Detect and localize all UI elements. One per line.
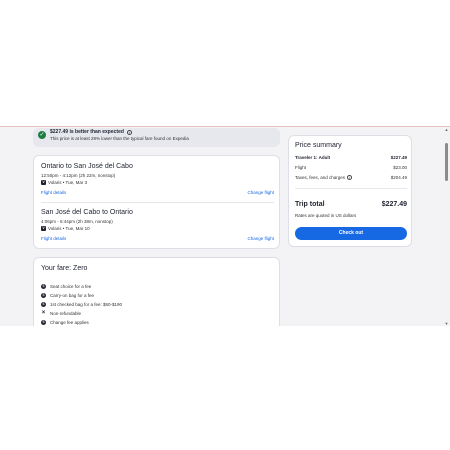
fare-feature: $1st checked bag for a fee: $50-$190: [41, 302, 123, 307]
return-flight: San José del Cabo to Ontario 4:06pm - 6:…: [41, 209, 274, 243]
check-icon: ✓: [38, 131, 46, 139]
carrier-date: Volaris • Tue, Mar 3: [48, 180, 88, 185]
price-summary-card: Price summary Traveler 1: Adult $227.49 …: [288, 135, 412, 247]
check-out-button[interactable]: Check out: [295, 227, 407, 240]
taxes-label-group: Taxes, fees, and charges i: [295, 175, 353, 180]
traveler-row: Traveler 1: Adult $227.49: [295, 155, 407, 160]
rates-note: Rates are quoted in US dollars: [295, 213, 357, 218]
fare-feature: $ Seat choice for a fee: [41, 284, 92, 289]
banner-subtitle: This price is at least 29% lower than th…: [50, 136, 189, 141]
flight-times: 4:06pm - 6:44pm (2h 38m, nonstop): [41, 219, 113, 224]
taxes-value: $204.49: [390, 175, 407, 180]
scrollbar-thumb[interactable]: [445, 143, 448, 181]
fare-heading: Your fare: Zero: [41, 265, 88, 272]
info-icon[interactable]: i: [347, 175, 353, 180]
banner-title: $227.49 is better than expected: [50, 129, 124, 135]
flight-links: Flight details Change flight: [41, 236, 274, 243]
taxes-row: Taxes, fees, and charges i $204.49: [295, 175, 407, 180]
info-icon[interactable]: i: [126, 130, 132, 135]
flight-carrier: V Volaris • Tue, Mar 3: [41, 180, 274, 185]
flight-carrier: V Volaris • Tue, Mar 10: [41, 226, 274, 231]
dollar-icon: $: [41, 284, 46, 289]
traveler-label: Traveler 1: Adult: [295, 155, 331, 160]
checkout-viewport: ✓ $227.49 is better than expected i This…: [0, 126, 450, 326]
total-label: Trip total: [295, 201, 325, 208]
summary-heading: Price summary: [295, 142, 342, 149]
change-flight-link[interactable]: Change flight: [247, 236, 274, 241]
fare-feature: × Non-refundable: [41, 310, 82, 316]
scroll-down-icon[interactable]: ▼: [444, 322, 449, 326]
change-flight-link[interactable]: Change flight: [247, 190, 274, 195]
flight-details-link[interactable]: Flight details: [41, 236, 66, 241]
flight-row: Flight $23.00: [295, 165, 407, 170]
dollar-icon: $: [41, 320, 46, 325]
traveler-value: $227.49: [390, 155, 407, 160]
flight-details-link[interactable]: Flight details: [41, 190, 66, 195]
flight-label: Flight: [295, 165, 307, 170]
total-value: $227.49: [381, 201, 407, 208]
banner-title-row: $227.49 is better than expected i: [50, 130, 189, 135]
outbound-flight: Ontario to San José del Cabo 12:50pm - 4…: [41, 163, 274, 197]
page-scrollbar[interactable]: ▲ ▼: [444, 127, 449, 326]
flight-divider: [41, 202, 274, 203]
flights-card: Ontario to San José del Cabo 12:50pm - 4…: [33, 155, 280, 249]
flight-route: San José del Cabo to Ontario: [41, 209, 133, 216]
flight-route: Ontario to San José del Cabo: [41, 163, 133, 170]
summary-divider: [295, 188, 407, 189]
fare-features: $ Seat choice for a fee $ Carry-on bag for…: [41, 282, 122, 326]
airline-logo-icon: V: [41, 226, 46, 231]
carrier-date: Volaris • Tue, Mar 10: [48, 226, 90, 231]
dollar-icon: $: [41, 293, 46, 298]
fare-feature: $ Change fee applies: [41, 320, 89, 325]
scroll-up-icon[interactable]: ▲: [444, 128, 449, 132]
taxes-label: Taxes, fees, and charges: [295, 175, 346, 180]
flight-links: Flight details Change flight: [41, 190, 274, 197]
fare-feature: $ Carry-on bag for a fee: [41, 293, 95, 298]
trip-total-row: Trip total $227.49: [295, 201, 407, 208]
fare-card: Your fare: Zero $ Seat choice for a fee $…: [33, 257, 280, 326]
flight-value: $23.00: [393, 165, 407, 170]
airline-logo-icon: V: [41, 180, 46, 185]
price-banner: ✓ $227.49 is better than expected i This…: [33, 128, 280, 147]
flight-times: 12:50pm - 4:12pm (2h 22m, nonstop): [41, 173, 116, 178]
close-icon: ×: [41, 310, 46, 316]
dollar-icon: $: [41, 302, 46, 307]
